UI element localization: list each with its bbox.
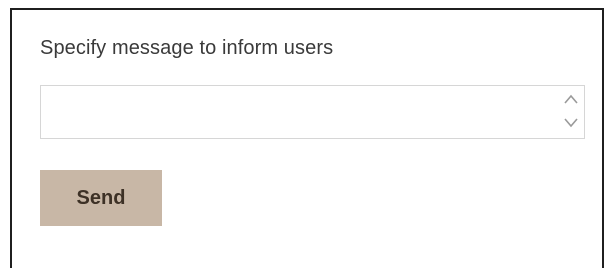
message-field-wrapper xyxy=(40,85,585,139)
message-label: Specify message to inform users xyxy=(40,37,334,59)
dialog-frame: Specify message to inform users Send xyxy=(10,8,604,268)
inform-users-form: Specify message to inform users Send xyxy=(40,36,600,226)
send-button[interactable]: Send xyxy=(40,170,162,226)
message-input[interactable] xyxy=(41,86,561,138)
chevron-up-icon[interactable] xyxy=(562,90,580,110)
chevron-down-icon[interactable] xyxy=(562,112,580,132)
textarea-scroll-arrows xyxy=(562,90,580,134)
